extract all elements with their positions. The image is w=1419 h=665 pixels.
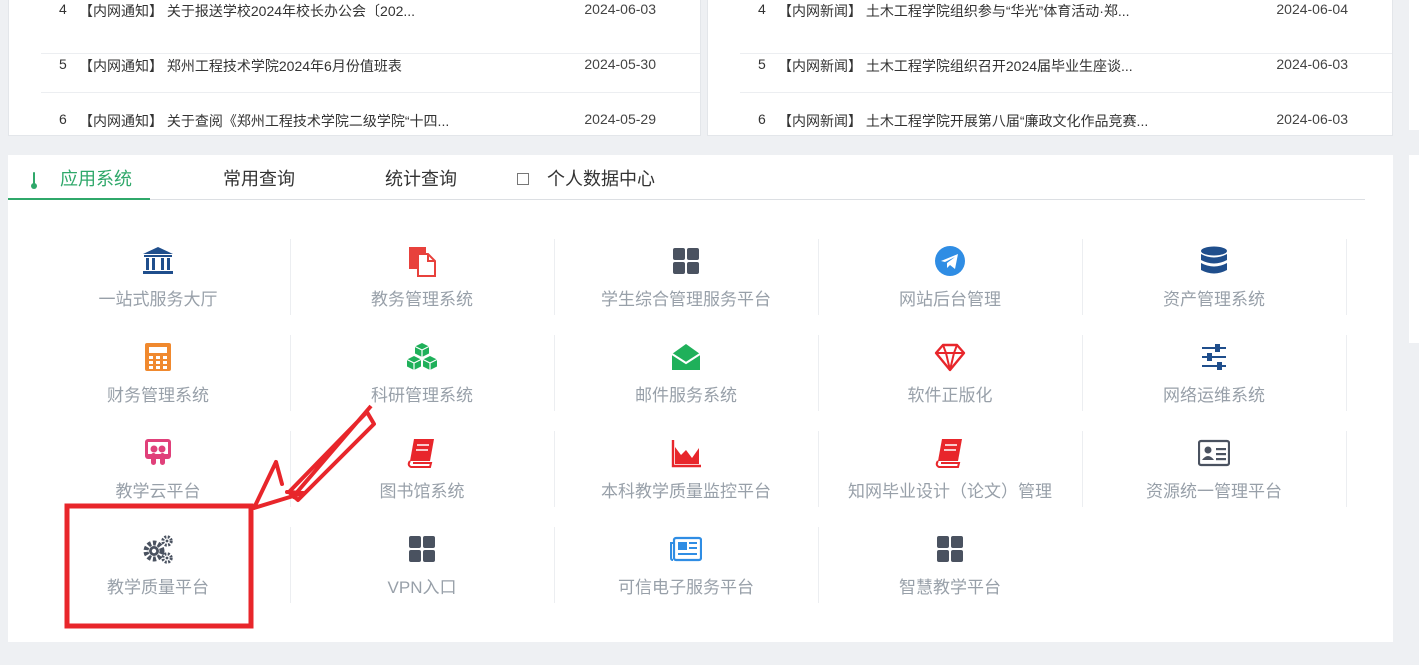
slideshare-icon xyxy=(145,439,171,465)
app-trusted-e-service-platform[interactable]: 可信电子服务平台 xyxy=(554,523,818,603)
app-label: 教学质量平台 xyxy=(107,578,209,597)
app-research-management[interactable]: 科研管理系统 xyxy=(290,331,554,411)
grid-icon xyxy=(937,536,963,562)
news-date: 2024-06-04 xyxy=(1276,1,1348,17)
app-label: 可信电子服务平台 xyxy=(618,578,754,597)
news-row[interactable]: 6 【内网通知】 关于查阅《郑州工程技术学院二级学院“十四... 2024-05… xyxy=(41,93,700,135)
tab-statistics-queries[interactable]: 统计查询 xyxy=(385,165,457,191)
app-academic-affairs-system[interactable]: 教务管理系统 xyxy=(290,235,554,315)
news-title-link[interactable]: 【内网通知】 关于报送学校2024年校长办公会〔202... xyxy=(79,1,415,21)
app-label: 科研管理系统 xyxy=(371,386,473,405)
app-label: 知网毕业设计（论文）管理 xyxy=(848,482,1052,501)
app-label: 教学云平台 xyxy=(115,482,201,501)
news-date: 2024-06-03 xyxy=(1276,56,1348,72)
app-network-operations[interactable]: 网络运维系统 xyxy=(1082,331,1346,411)
active-tab-indicator xyxy=(8,198,150,200)
app-label: 邮件服务系统 xyxy=(635,386,737,405)
news-index: 4 xyxy=(59,1,67,17)
app-mail-service[interactable]: 邮件服务系统 xyxy=(554,331,818,411)
diamond-icon xyxy=(934,343,966,372)
app-student-management-platform[interactable]: 学生综合管理服务平台 xyxy=(554,235,818,315)
sliders-icon xyxy=(1202,344,1226,370)
app-label: VPN入口 xyxy=(387,578,457,597)
app-label: 本科教学质量监控平台 xyxy=(601,482,771,501)
calculator-icon xyxy=(145,343,171,371)
news-index: 5 xyxy=(758,56,766,72)
grid-icon xyxy=(673,248,699,274)
book-icon xyxy=(935,439,962,468)
news-index: 5 xyxy=(59,56,67,72)
news-title-link[interactable]: 【内网新闻】 土木工程学院组织召开2024届毕业生座谈... xyxy=(778,56,1133,76)
area-chart-icon xyxy=(671,440,701,468)
app-label: 学生综合管理服务平台 xyxy=(601,290,771,309)
envelope-open-icon xyxy=(671,344,701,370)
internal-news-panel: 4 【内网新闻】 土木工程学院组织参与“华光”体育活动·郑... 2024-06… xyxy=(707,0,1393,136)
app-label: 一站式服务大厅 xyxy=(98,290,218,309)
news-title-link[interactable]: 【内网新闻】 土木工程学院组织参与“华光”体育活动·郑... xyxy=(778,1,1130,21)
news-index: 6 xyxy=(59,111,67,127)
app-software-licensing[interactable]: 软件正版化 xyxy=(818,331,1082,411)
book-icon xyxy=(407,439,434,468)
app-label: 资产管理系统 xyxy=(1163,290,1265,309)
news-date: 2024-06-03 xyxy=(1276,111,1348,127)
app-one-stop-service-hall[interactable]: 一站式服务大厅 xyxy=(26,235,290,315)
database-icon xyxy=(1201,246,1227,274)
app-vpn-entry[interactable]: VPN入口 xyxy=(290,523,554,603)
app-label: 网站后台管理 xyxy=(899,290,1001,309)
tab-applications[interactable]: 应用系统 xyxy=(60,165,132,191)
news-title-link[interactable]: 【内网新闻】 土木工程学院开展第八届“廉政文化作品竞赛... xyxy=(778,111,1148,131)
app-label: 资源统一管理平台 xyxy=(1146,482,1282,501)
app-cnki-thesis-management[interactable]: 知网毕业设计（论文）管理 xyxy=(818,427,1082,507)
app-teaching-cloud[interactable]: 教学云平台 xyxy=(26,427,290,507)
news-index: 4 xyxy=(758,1,766,17)
side-panel-edge xyxy=(1409,155,1419,343)
app-library-system[interactable]: 图书馆系统 xyxy=(290,427,554,507)
app-label: 软件正版化 xyxy=(907,386,993,405)
app-label: 财务管理系统 xyxy=(107,386,209,405)
app-teaching-quality-platform[interactable]: 教学质量平台 xyxy=(26,523,290,603)
news-title-link[interactable]: 【内网通知】 郑州工程技术学院2024年6月份值班表 xyxy=(79,56,402,76)
application-panel: 应用系统 常用查询 统计查询 个人数据中心 一站式服务大厅 教务管理系统 学生综… xyxy=(8,155,1393,642)
id-card-icon xyxy=(1198,439,1230,467)
gears-icon xyxy=(143,535,173,564)
internal-notices-panel: 4 【内网通知】 关于报送学校2024年校长办公会〔202... 2024-06… xyxy=(8,0,701,136)
news-row[interactable]: 5 【内网新闻】 土木工程学院组织召开2024届毕业生座谈... 2024-06… xyxy=(740,38,1392,93)
tab-personal-data-center[interactable]: 个人数据中心 xyxy=(547,165,655,191)
app-label: 智慧教学平台 xyxy=(899,578,1001,597)
news-title-link[interactable]: 【内网通知】 关于查阅《郑州工程技术学院二级学院“十四... xyxy=(79,111,449,131)
app-label: 图书馆系统 xyxy=(379,482,465,501)
news-date: 2024-05-29 xyxy=(584,111,656,127)
app-asset-management[interactable]: 资产管理系统 xyxy=(1082,235,1346,315)
cubes-icon xyxy=(406,343,438,370)
tab-bar: 应用系统 常用查询 统计查询 个人数据中心 xyxy=(8,155,1365,200)
telegram-icon xyxy=(935,246,965,276)
square-icon xyxy=(517,173,529,185)
news-index: 6 xyxy=(758,111,766,127)
bank-icon xyxy=(143,247,173,274)
side-panel-edge xyxy=(1409,0,1419,130)
app-smart-teaching-platform[interactable]: 智慧教学平台 xyxy=(818,523,1082,603)
news-date: 2024-05-30 xyxy=(584,56,656,72)
news-row[interactable]: 5 【内网通知】 郑州工程技术学院2024年6月份值班表 2024-05-30 xyxy=(41,38,700,93)
news-date: 2024-06-03 xyxy=(584,1,656,17)
grid-icon xyxy=(409,536,435,562)
app-finance-management[interactable]: 财务管理系统 xyxy=(26,331,290,411)
document-icon xyxy=(409,247,436,277)
thermometer-icon xyxy=(31,172,37,189)
app-unified-resource-management[interactable]: 资源统一管理平台 xyxy=(1082,427,1346,507)
app-website-admin[interactable]: 网站后台管理 xyxy=(818,235,1082,315)
app-undergrad-quality-monitoring[interactable]: 本科教学质量监控平台 xyxy=(554,427,818,507)
news-row[interactable]: 6 【内网新闻】 土木工程学院开展第八届“廉政文化作品竞赛... 2024-06… xyxy=(740,93,1392,135)
app-label: 教务管理系统 xyxy=(371,290,473,309)
tab-common-queries[interactable]: 常用查询 xyxy=(223,165,295,191)
app-label: 网络运维系统 xyxy=(1163,386,1265,405)
newspaper-icon xyxy=(670,536,702,562)
